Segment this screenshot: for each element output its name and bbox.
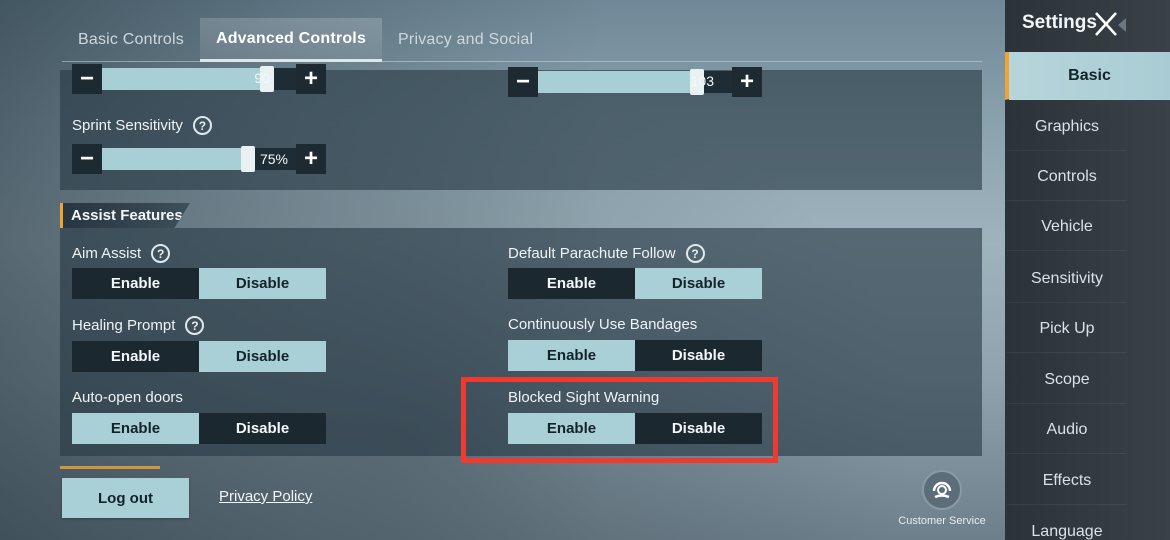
customer-service-label: Customer Service bbox=[898, 515, 986, 527]
sidebar-item-pick-up[interactable]: Pick Up bbox=[1007, 305, 1127, 353]
help-icon[interactable]: ? bbox=[192, 116, 212, 135]
slider-track[interactable]: 103 bbox=[538, 69, 732, 95]
sidebar-item-vehicle[interactable]: Vehicle bbox=[1007, 203, 1127, 251]
bandages-toggle: Enable Disable bbox=[508, 340, 762, 371]
decrease-button[interactable]: − bbox=[72, 144, 102, 174]
settings-title: Settings bbox=[1022, 12, 1097, 33]
aim-assist-label: Aim Assist ? bbox=[72, 244, 171, 263]
healing-prompt-text: Healing Prompt bbox=[72, 317, 176, 334]
help-icon[interactable]: ? bbox=[185, 316, 205, 335]
healing-prompt-toggle: Enable Disable bbox=[72, 341, 326, 372]
enable-option[interactable]: Enable bbox=[508, 340, 635, 371]
slider-value: 90 bbox=[254, 70, 270, 86]
slider-track[interactable]: 75% bbox=[102, 146, 296, 172]
slider-thumb[interactable] bbox=[240, 146, 255, 172]
help-icon[interactable]: ? bbox=[151, 244, 171, 263]
assist-features-header: Assist Features bbox=[60, 203, 190, 228]
increase-button[interactable]: + bbox=[732, 67, 762, 97]
tab-privacy-and-social[interactable]: Privacy and Social bbox=[382, 18, 549, 62]
slider-value: 75% bbox=[259, 151, 288, 167]
auto-open-doors-text: Auto-open doors bbox=[72, 389, 183, 406]
disable-option[interactable]: Disable bbox=[635, 340, 762, 371]
tab-advanced-controls[interactable]: Advanced Controls bbox=[199, 18, 383, 62]
disable-option[interactable]: Disable bbox=[199, 341, 326, 372]
tab-basic-controls[interactable]: Basic Controls bbox=[62, 18, 200, 62]
decrease-button[interactable]: − bbox=[508, 67, 538, 97]
decrease-button[interactable]: − bbox=[72, 64, 102, 94]
close-icon[interactable] bbox=[1092, 10, 1128, 40]
top-right-slider: − 103 + bbox=[508, 67, 762, 97]
sidebar-item-sensitivity[interactable]: Sensitivity bbox=[1007, 255, 1127, 303]
section-accent bbox=[60, 466, 160, 469]
sidebar-item-graphics[interactable]: Graphics bbox=[1007, 103, 1127, 151]
sidebar-item-effects[interactable]: Effects bbox=[1007, 457, 1127, 505]
slider-fill bbox=[538, 71, 698, 93]
slider-value: 103 bbox=[690, 73, 714, 89]
top-tab-bar: Basic Controls Advanced Controls Privacy… bbox=[62, 18, 549, 62]
sidebar-item-controls[interactable]: Controls bbox=[1007, 153, 1127, 201]
sidebar-item-basic[interactable]: Basic bbox=[1005, 52, 1170, 100]
increase-button[interactable]: + bbox=[296, 144, 326, 174]
increase-button[interactable]: + bbox=[296, 64, 326, 94]
aim-assist-toggle: Enable Disable bbox=[72, 268, 326, 299]
disable-option[interactable]: Disable bbox=[635, 268, 762, 299]
top-left-slider: − 90 + bbox=[72, 64, 326, 94]
slider-fill bbox=[102, 148, 248, 170]
help-icon[interactable]: ? bbox=[685, 244, 705, 263]
enable-option[interactable]: Enable bbox=[72, 413, 199, 444]
slider-fill bbox=[102, 68, 267, 90]
headset-icon bbox=[922, 470, 962, 510]
sprint-sensitivity-text: Sprint Sensitivity bbox=[72, 117, 183, 134]
parachute-follow-toggle: Enable Disable bbox=[508, 268, 762, 299]
aim-assist-text: Aim Assist bbox=[72, 245, 142, 262]
disable-option[interactable]: Disable bbox=[199, 413, 326, 444]
parachute-follow-label: Default Parachute Follow ? bbox=[508, 244, 705, 263]
disable-option[interactable]: Disable bbox=[199, 268, 326, 299]
sprint-sensitivity-slider: − 75% + bbox=[72, 144, 326, 174]
auto-open-doors-toggle: Enable Disable bbox=[72, 413, 326, 444]
auto-open-doors-label: Auto-open doors bbox=[72, 389, 183, 406]
highlight-box bbox=[461, 377, 778, 463]
enable-option[interactable]: Enable bbox=[508, 268, 635, 299]
customer-service-button[interactable]: Customer Service bbox=[898, 470, 986, 530]
privacy-policy-link[interactable]: Privacy Policy bbox=[219, 488, 312, 505]
log-out-button[interactable]: Log out bbox=[62, 478, 189, 518]
sidebar-item-scope[interactable]: Scope bbox=[1007, 356, 1127, 404]
parachute-follow-text: Default Parachute Follow bbox=[508, 245, 676, 262]
sidebar-item-audio[interactable]: Audio bbox=[1007, 406, 1127, 454]
healing-prompt-label: Healing Prompt ? bbox=[72, 316, 205, 335]
bandages-label: Continuously Use Bandages bbox=[508, 316, 697, 333]
sidebar-item-language[interactable]: Language bbox=[1007, 508, 1127, 540]
enable-option[interactable]: Enable bbox=[72, 268, 199, 299]
bandages-text: Continuously Use Bandages bbox=[508, 316, 698, 333]
sprint-sensitivity-label: Sprint Sensitivity ? bbox=[72, 116, 212, 135]
enable-option[interactable]: Enable bbox=[72, 341, 199, 372]
slider-track[interactable]: 90 bbox=[102, 66, 296, 92]
tab-divider bbox=[62, 61, 982, 62]
